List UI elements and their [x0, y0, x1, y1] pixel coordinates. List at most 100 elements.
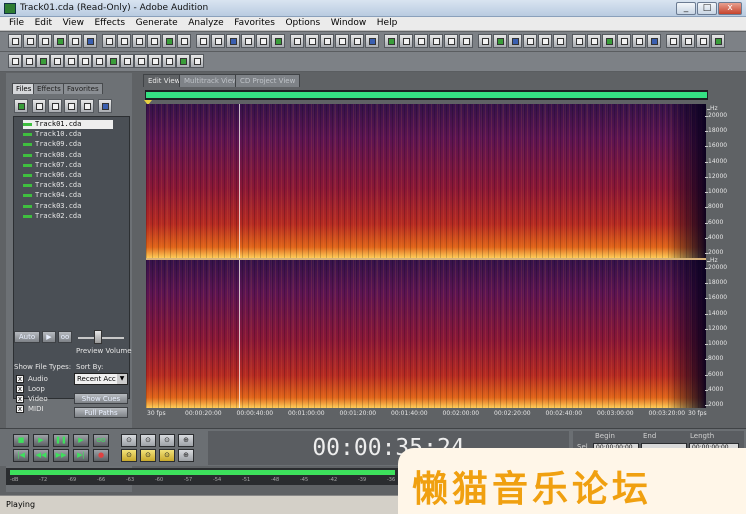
menu-options[interactable]: Options	[281, 17, 324, 28]
display-tool-0-icon[interactable]	[8, 54, 22, 68]
trim-icon[interactable]	[226, 34, 240, 48]
file-list-item[interactable]: Track01.cda	[23, 120, 113, 129]
vol-icon[interactable]	[399, 34, 413, 48]
zoom-selection-icon[interactable]: ⊙	[159, 449, 175, 462]
cd-icon[interactable]	[38, 34, 52, 48]
mix-paste-icon[interactable]	[211, 34, 225, 48]
open-folder-icon[interactable]	[32, 99, 46, 113]
tab-effects[interactable]: Effects	[33, 83, 65, 94]
display-tool-10-icon[interactable]	[148, 54, 162, 68]
copy-icon[interactable]	[177, 34, 191, 48]
edit-file-icon[interactable]	[64, 99, 78, 113]
checkbox-audio[interactable]: x	[16, 375, 24, 383]
save-all-icon[interactable]	[102, 34, 116, 48]
spectral-channel-left[interactable]	[146, 104, 706, 258]
full-paths-button[interactable]: Full Paths	[74, 407, 128, 418]
display-tool-9-icon[interactable]	[134, 54, 148, 68]
rewind-button[interactable]: ◀◀	[33, 449, 49, 462]
delay-icon[interactable]	[572, 34, 586, 48]
redo-icon[interactable]	[147, 34, 161, 48]
snap-icon[interactable]	[256, 34, 270, 48]
eq-icon[interactable]	[617, 34, 631, 48]
display-tool-5-icon[interactable]	[78, 54, 92, 68]
cue-icon[interactable]	[290, 34, 304, 48]
file-list-item[interactable]: Track06.cda	[23, 171, 103, 180]
tempo-icon[interactable]	[444, 34, 458, 48]
menu-view[interactable]: View	[59, 17, 88, 28]
filter-icon[interactable]	[350, 34, 364, 48]
auto-play-button[interactable]: Auto	[14, 331, 40, 343]
display-tool-8-icon[interactable]	[120, 54, 134, 68]
phase-icon[interactable]	[647, 34, 661, 48]
preview-play-button[interactable]: ▶	[42, 331, 56, 343]
metronome-icon[interactable]	[320, 34, 334, 48]
file-list-item[interactable]: Track04.cda	[23, 191, 103, 200]
play-button[interactable]: ▶	[33, 434, 49, 447]
loop-button[interactable]: oo	[93, 434, 109, 447]
undo-icon[interactable]	[132, 34, 146, 48]
envelope-icon[interactable]	[305, 34, 319, 48]
open-icon[interactable]	[68, 34, 82, 48]
multitrack-icon[interactable]	[23, 34, 37, 48]
fast-forward-button[interactable]: ▶▶	[53, 449, 69, 462]
echo-icon[interactable]	[587, 34, 601, 48]
file-list-item[interactable]: Track08.cda	[23, 151, 103, 160]
marker-icon[interactable]	[271, 34, 285, 48]
zoom-select-icon[interactable]	[241, 34, 255, 48]
zoom-right-icon[interactable]: ⊙	[140, 449, 156, 462]
display-tool-7-icon[interactable]	[106, 54, 120, 68]
hiss-icon[interactable]	[493, 34, 507, 48]
preview-loop-button[interactable]: oo	[58, 331, 72, 343]
zoom-in-h-icon[interactable]: ⊙	[121, 434, 137, 447]
file-list-item[interactable]: Track02.cda	[23, 212, 103, 221]
loop-icon[interactable]	[414, 34, 428, 48]
flange-icon[interactable]	[696, 34, 710, 48]
zoom-in-v-icon[interactable]: ⊕	[178, 434, 194, 447]
tab-multitrack-view[interactable]: Multitrack View	[179, 74, 243, 87]
menu-favorites[interactable]: Favorites	[230, 17, 279, 28]
display-tool-3-icon[interactable]	[50, 54, 64, 68]
checkbox-loop[interactable]: x	[16, 385, 24, 393]
pan-icon[interactable]	[384, 34, 398, 48]
time-icon[interactable]	[429, 34, 443, 48]
zoom-out-v-icon[interactable]: ⊕	[178, 449, 194, 462]
effects-icon[interactable]	[335, 34, 349, 48]
import-file-icon[interactable]	[14, 99, 28, 113]
properties-icon[interactable]	[98, 99, 112, 113]
menu-analyze[interactable]: Analyze	[184, 17, 227, 28]
go-to-start-button[interactable]: |◀	[13, 449, 29, 462]
insert-file-icon[interactable]	[80, 99, 94, 113]
display-tool-6-icon[interactable]	[92, 54, 106, 68]
pause-button[interactable]: ❚❚	[53, 434, 69, 447]
file-list-item[interactable]: Track07.cda	[23, 161, 103, 170]
menu-edit[interactable]: Edit	[31, 17, 56, 28]
spectral-icon[interactable]	[365, 34, 379, 48]
menu-generate[interactable]: Generate	[132, 17, 182, 28]
zoom-out-h-icon[interactable]: ⊙	[140, 434, 156, 447]
checkbox-midi[interactable]: x	[16, 405, 24, 413]
display-tool-4-icon[interactable]	[64, 54, 78, 68]
stop-button[interactable]: ■	[13, 434, 29, 447]
waveform-overview[interactable]	[145, 90, 708, 100]
display-tool-11-icon[interactable]	[162, 54, 176, 68]
zoom-left-icon[interactable]: ⊙	[121, 449, 137, 462]
chorus-icon[interactable]	[681, 34, 695, 48]
menu-window[interactable]: Window	[327, 17, 371, 28]
close-button[interactable]: x	[718, 2, 742, 15]
workspace-icon[interactable]	[8, 34, 22, 48]
overview-range[interactable]	[146, 92, 707, 98]
file-list-item[interactable]: Track09.cda	[23, 140, 103, 149]
tab-files[interactable]: Files	[12, 83, 36, 94]
close-file-icon[interactable]	[48, 99, 62, 113]
save-icon[interactable]	[83, 34, 97, 48]
maximize-button[interactable]: □	[697, 2, 717, 15]
menu-help[interactable]: Help	[373, 17, 402, 28]
display-tool-2-icon[interactable]	[36, 54, 50, 68]
fft-icon[interactable]	[632, 34, 646, 48]
play-to-end-button[interactable]: ▶	[73, 434, 89, 447]
checkbox-video[interactable]: x	[16, 395, 24, 403]
file-list-item[interactable]: Track03.cda	[23, 202, 103, 211]
display-tool-13-icon[interactable]	[190, 54, 204, 68]
show-cues-button[interactable]: Show Cues	[74, 393, 128, 404]
dist-icon[interactable]	[711, 34, 725, 48]
